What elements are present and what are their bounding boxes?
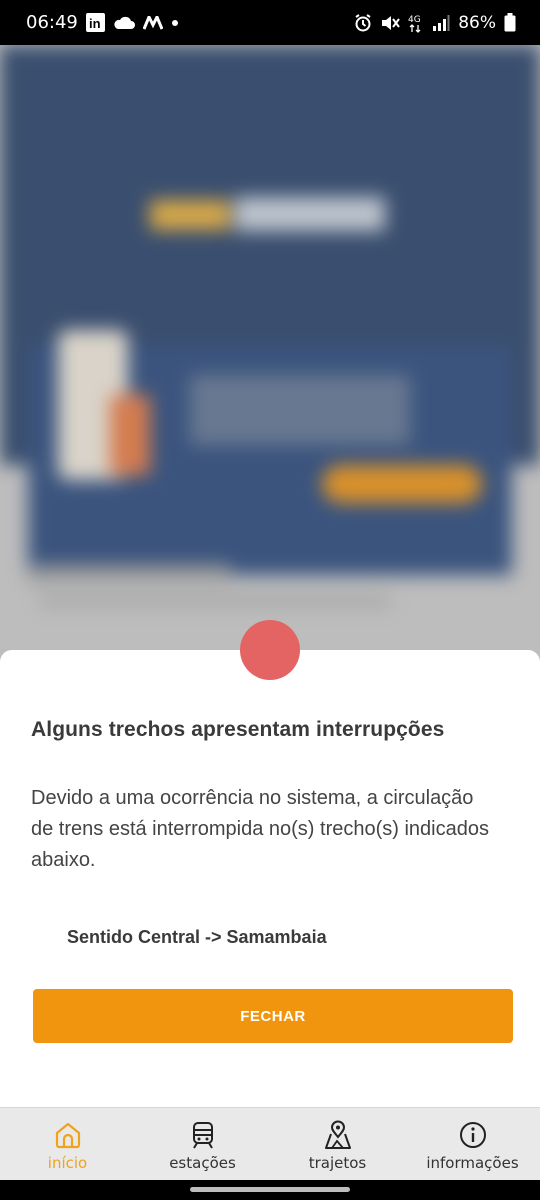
home-gesture-handle[interactable] (190, 1187, 350, 1192)
info-icon (459, 1122, 486, 1148)
status-time: 06:49 (26, 12, 78, 33)
modal-title: Alguns trechos apresentam interrupções (31, 718, 445, 741)
dot-icon (171, 19, 179, 27)
close-button[interactable]: FECHAR (33, 989, 513, 1043)
m-icon (142, 15, 163, 30)
linkedin-icon: in (85, 13, 105, 32)
nav-item-trajetos[interactable]: trajetos (270, 1108, 405, 1180)
modal-message: Devido a uma ocorrência no sistema, a ci… (31, 787, 489, 871)
nav-item-inicio[interactable]: início (0, 1108, 135, 1180)
status-indicator-dot (240, 620, 300, 680)
home-icon (55, 1122, 80, 1149)
map-pin-icon (324, 1120, 351, 1149)
nav-item-estacoes[interactable]: estações (135, 1108, 270, 1180)
mute-icon (380, 14, 401, 32)
nav-item-informacoes[interactable]: informações (405, 1108, 540, 1180)
nav-item-label: trajetos (308, 1154, 367, 1172)
affected-route: Sentido Central -> Samambaia (67, 927, 327, 947)
nav-item-label: estações (169, 1154, 236, 1172)
system-navigation-bar (0, 1180, 540, 1200)
svg-text:in: in (89, 16, 101, 31)
nav-item-label: início (47, 1154, 88, 1172)
alarm-icon (354, 13, 372, 32)
svg-text:4G: 4G (408, 15, 421, 25)
cloud-icon (113, 15, 135, 31)
bottom-nav: início estações trajetos informações (0, 1107, 540, 1180)
4g-icon: 4G (408, 13, 424, 33)
status-bar: 06:49 in 4G 86% (0, 0, 540, 45)
battery-icon (504, 13, 516, 32)
nav-item-label: informações (426, 1154, 519, 1172)
battery-percent: 86% (458, 12, 496, 33)
train-icon (192, 1122, 213, 1149)
signal-icon (432, 14, 450, 32)
